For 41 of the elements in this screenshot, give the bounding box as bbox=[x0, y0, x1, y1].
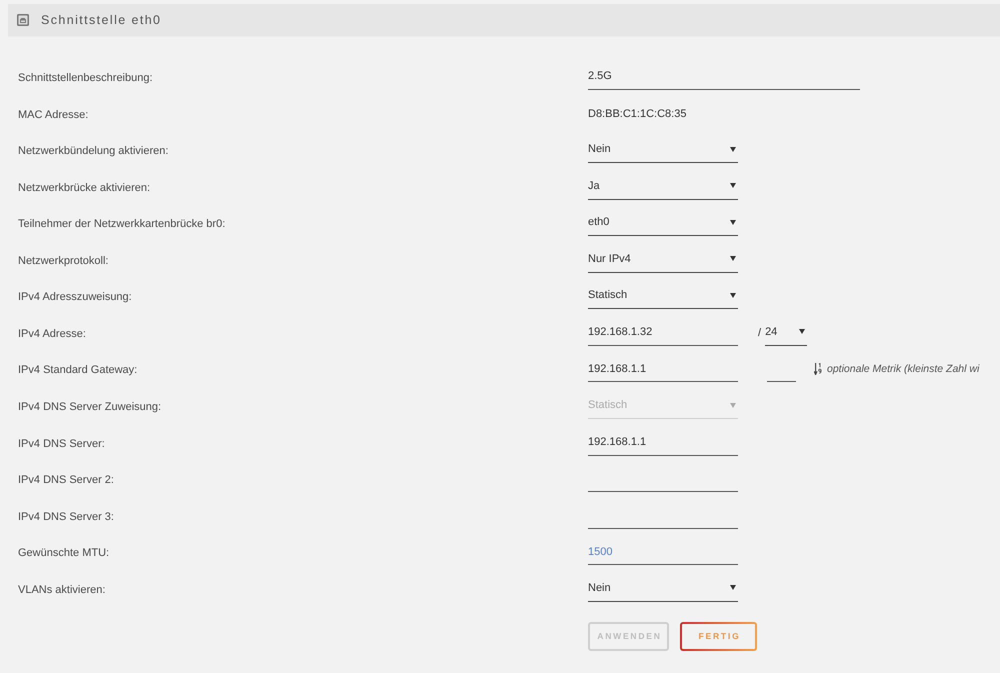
caret-down-icon bbox=[730, 146, 736, 152]
prefix-separator: / bbox=[758, 326, 762, 339]
input-field[interactable]: 2.5G bbox=[588, 64, 860, 90]
field-label: IPv4 DNS Server: bbox=[18, 438, 105, 450]
caret-down-icon bbox=[730, 402, 736, 408]
field-label: IPv4 DNS Server Zuweisung: bbox=[18, 401, 162, 414]
dropdown[interactable]: Ja bbox=[588, 174, 738, 200]
field-label: IPv4 DNS Server 2: bbox=[18, 474, 114, 486]
caret-down-icon bbox=[799, 329, 806, 334]
caret-down-icon bbox=[730, 220, 736, 225]
field-value: D8:BB:C1:1C:C8:35 bbox=[588, 108, 686, 120]
field-label: Netzwerkprotokoll: bbox=[18, 254, 108, 267]
field-label: Schnittstellenbeschreibung: bbox=[18, 72, 153, 84]
dropdown[interactable]: Nur IPv4 bbox=[588, 246, 738, 273]
input-field[interactable]: 1500 bbox=[588, 539, 738, 566]
metric-hint: optionale Metrik (kleinste Zahl wi bbox=[827, 363, 980, 376]
sort-down-icon bbox=[814, 363, 822, 376]
field-label: IPv4 Adresse: bbox=[18, 328, 86, 340]
field-label: Netzwerkbrücke aktivieren: bbox=[18, 182, 150, 194]
caret-down-icon bbox=[730, 256, 736, 262]
dropdown[interactable]: Nein bbox=[588, 576, 738, 602]
caret-down-icon bbox=[730, 292, 736, 298]
field-label: Teilnehmer der Netzwerkkartenbrücke br0: bbox=[18, 218, 226, 230]
field-label: Netzwerkbündelung aktivieren: bbox=[18, 145, 168, 158]
dropdown[interactable]: 24 bbox=[765, 320, 808, 346]
input-field[interactable]: 192.168.1.1 bbox=[588, 430, 738, 456]
field-label: IPv4 Adresszuweisung: bbox=[18, 291, 132, 304]
dropdown[interactable]: Nein bbox=[588, 137, 738, 164]
field-label: IPv4 Standard Gateway: bbox=[18, 364, 138, 376]
input-field[interactable]: 192.168.1.32 bbox=[588, 320, 738, 346]
dropdown[interactable]: Statisch bbox=[588, 283, 738, 310]
caret-down-icon bbox=[730, 585, 736, 590]
panel-title: Schnittstelle eth0 bbox=[41, 13, 162, 27]
field-label: MAC Adresse: bbox=[18, 108, 88, 121]
field-label: IPv4 DNS Server 3: bbox=[18, 510, 114, 523]
field-label: Gewünschte MTU: bbox=[18, 547, 110, 560]
dropdown[interactable]: eth0 bbox=[588, 210, 738, 236]
input-field[interactable]: 192.168.1.1 bbox=[588, 356, 738, 382]
caret-down-icon bbox=[730, 183, 736, 188]
field-label: VLANs aktivieren: bbox=[18, 584, 106, 596]
port-icon bbox=[17, 14, 29, 26]
